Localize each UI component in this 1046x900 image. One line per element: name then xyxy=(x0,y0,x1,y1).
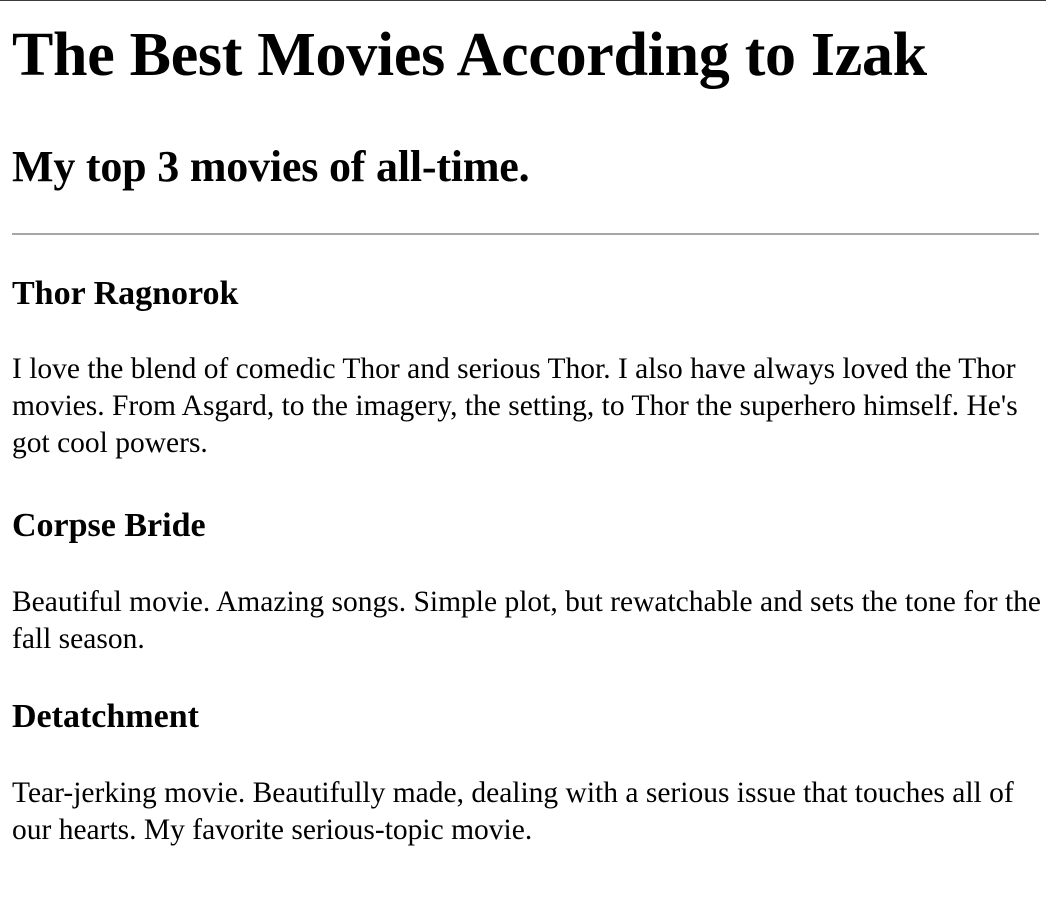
horizontal-divider xyxy=(12,233,1039,235)
movie-entry-detatchment: Detatchment Tear-jerking movie. Beautifu… xyxy=(12,697,1034,849)
movie-entry-corpse-bride: Corpse Bride Beautiful movie. Amazing so… xyxy=(12,506,1041,658)
page-content: The Best Movies According to Izak My top… xyxy=(0,1,1046,849)
movie-description: Beautiful movie. Amazing songs. Simple p… xyxy=(12,586,1041,655)
movie-description: I love the blend of comedic Thor and ser… xyxy=(12,353,1018,459)
movie-title: Corpse Bride xyxy=(12,507,206,544)
movie-title: Thor Ragnorok xyxy=(12,275,239,312)
movie-description: Tear-jerking movie. Beautifully made, de… xyxy=(12,777,1014,846)
page-subtitle: My top 3 movies of all-time. xyxy=(12,142,530,191)
movie-entry-thor-ragnorok: Thor Ragnorok I love the blend of comedi… xyxy=(12,274,1034,462)
movie-title: Detatchment xyxy=(12,698,199,735)
page-title: The Best Movies According to Izak xyxy=(12,21,927,89)
